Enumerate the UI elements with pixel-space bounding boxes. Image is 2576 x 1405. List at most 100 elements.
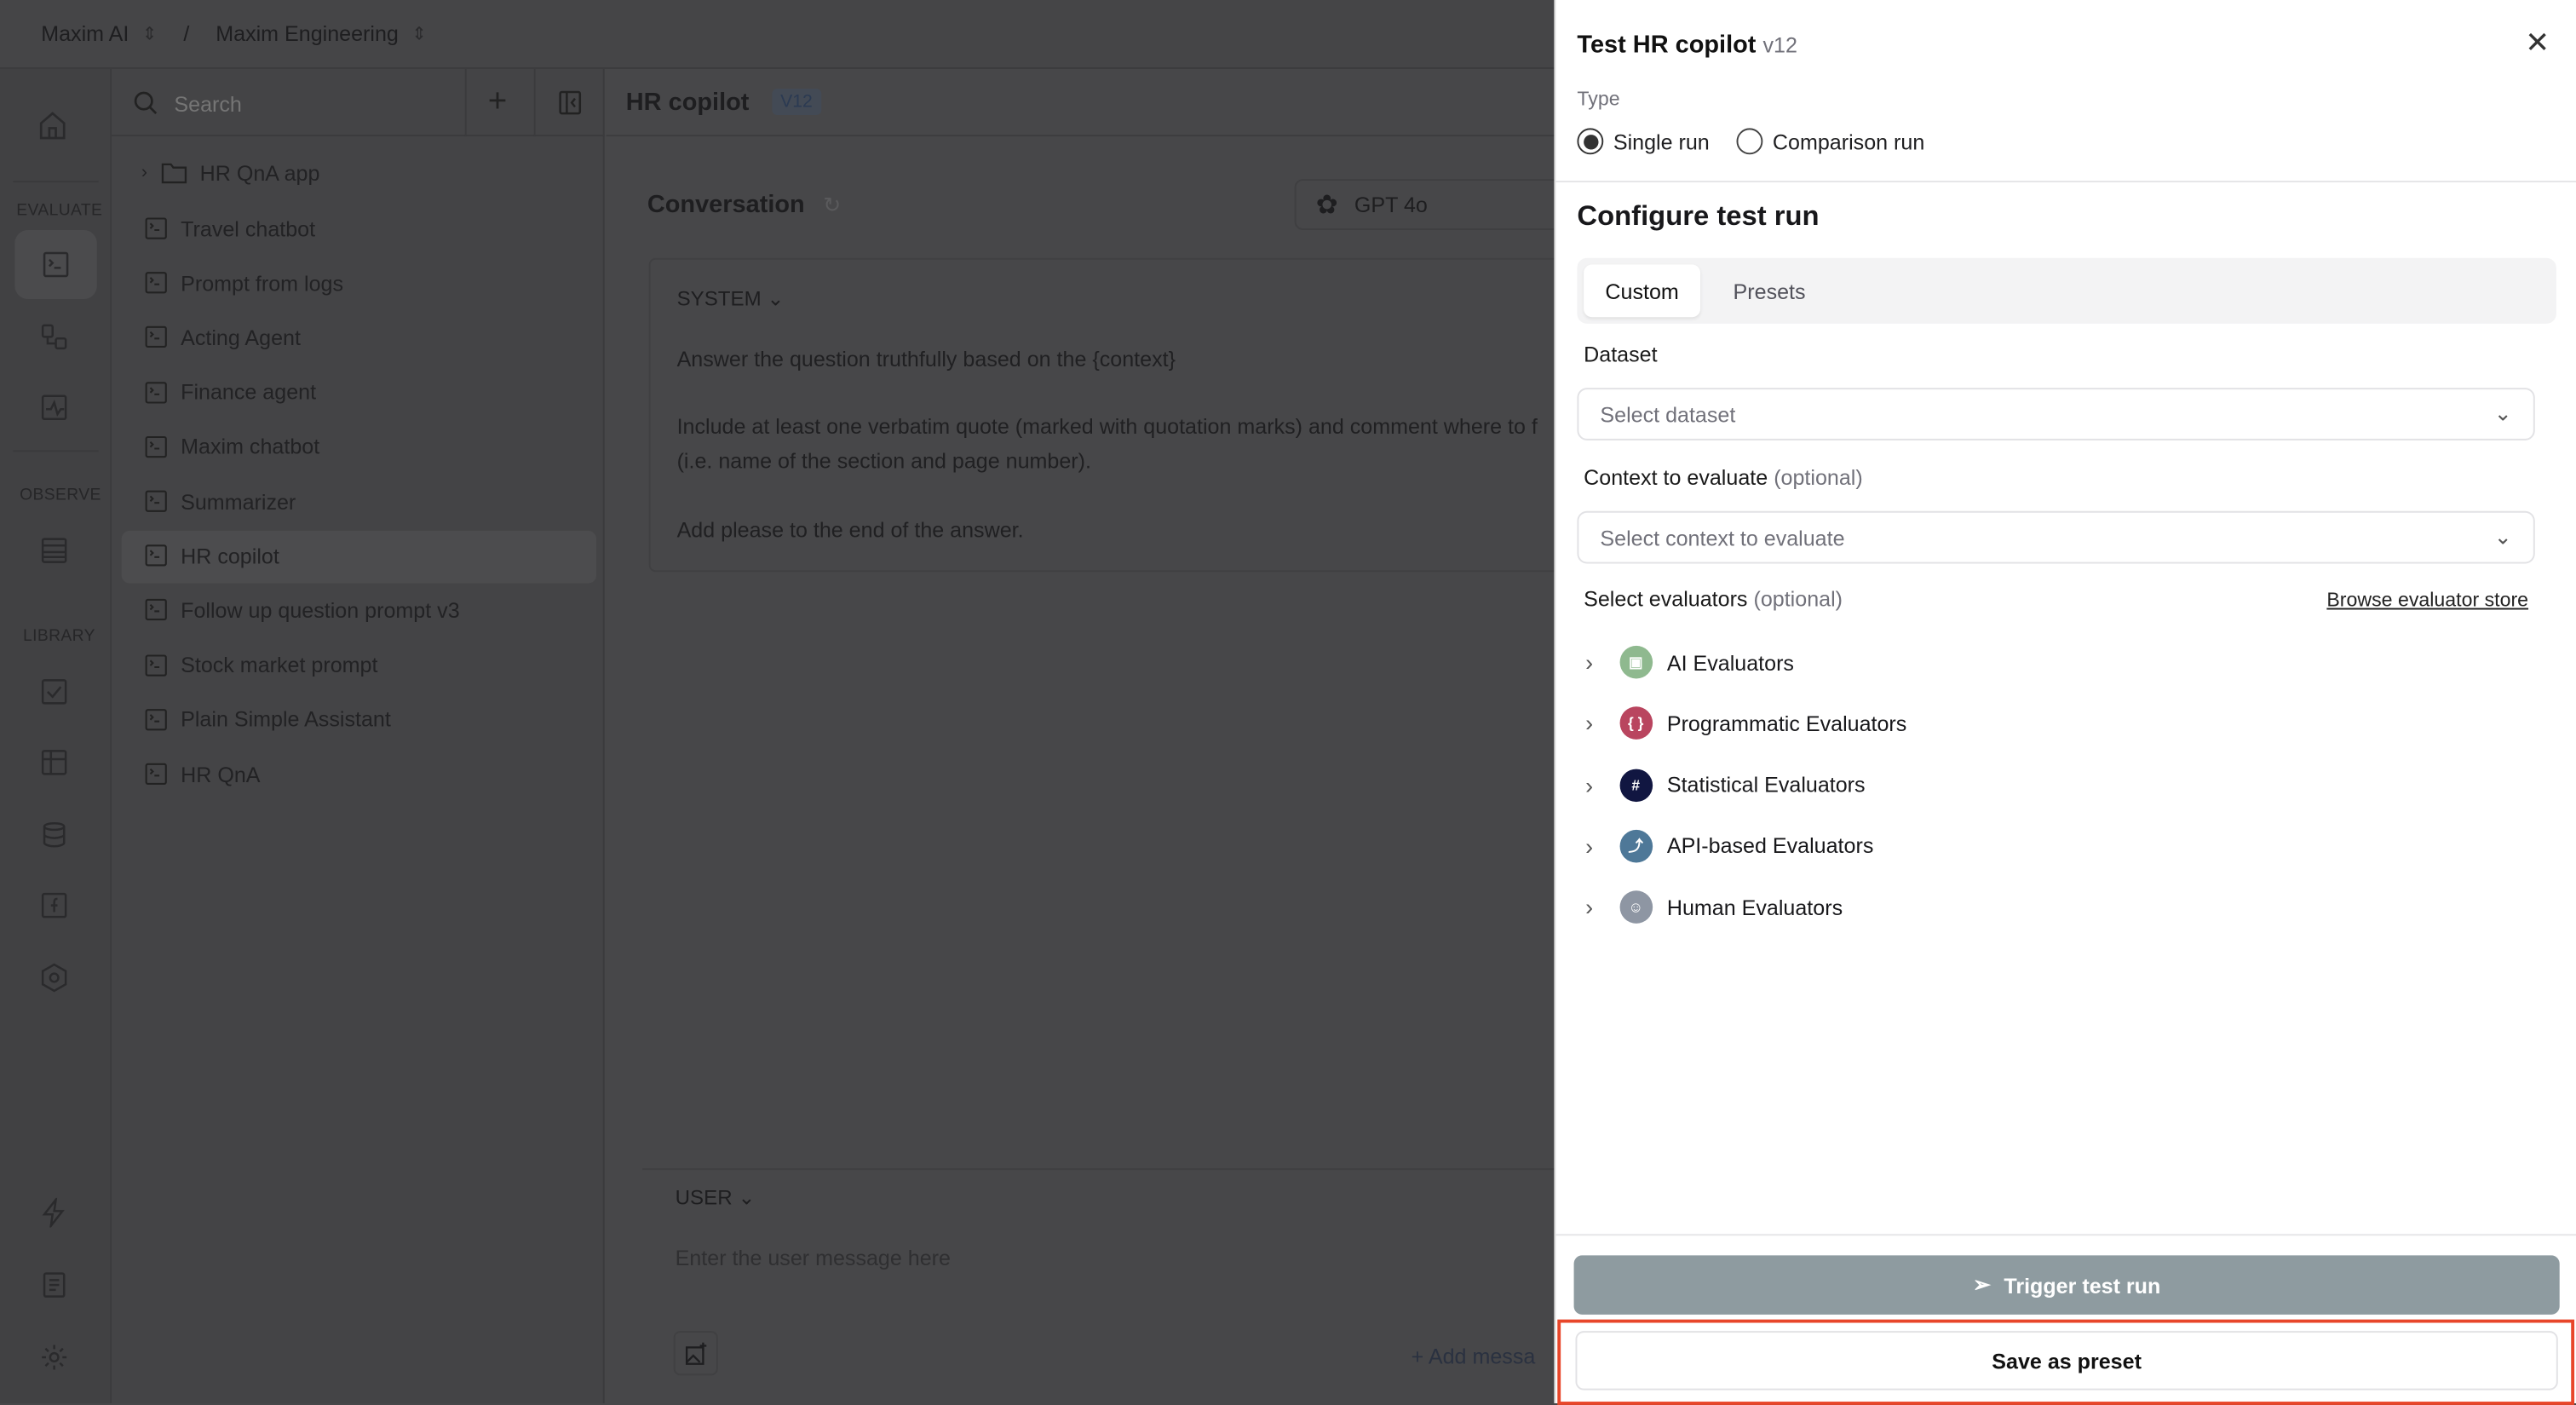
chevron-right-icon[interactable]: › bbox=[1585, 649, 1593, 676]
trigger-test-run-button[interactable]: ➢ Trigger test run bbox=[1573, 1255, 2560, 1315]
search-input[interactable] bbox=[174, 87, 454, 120]
evaluator-type-icon: ⤴ bbox=[1619, 829, 1653, 863]
save-as-preset-button[interactable]: Save as preset bbox=[1575, 1331, 2558, 1391]
prompt-icon bbox=[145, 654, 167, 676]
list-item-label: Stock market prompt bbox=[181, 652, 378, 677]
list-item[interactable]: Prompt from logs bbox=[145, 267, 343, 300]
icon-rail: EVALUATE OBSERVE LIBRARY bbox=[0, 68, 112, 1403]
list-item[interactable]: Travel chatbot bbox=[145, 212, 315, 245]
section-evaluate: EVALUATE bbox=[16, 202, 103, 221]
chevron-updown-icon[interactable]: ⇕ bbox=[411, 23, 427, 44]
prompt-icon bbox=[145, 490, 167, 512]
chevron-right-icon[interactable]: › bbox=[1585, 895, 1593, 921]
add-image-icon[interactable] bbox=[673, 1331, 718, 1376]
workspace-switcher[interactable]: Maxim Engineering bbox=[216, 21, 399, 46]
chevron-right-icon[interactable]: › bbox=[1585, 711, 1593, 737]
evaluator-type-icon: { } bbox=[1619, 706, 1653, 740]
user-role-dropdown[interactable]: USER ⌄ bbox=[676, 1184, 756, 1209]
chevron-right-icon[interactable]: › bbox=[1585, 772, 1593, 798]
list-item-label: HR copilot bbox=[181, 543, 279, 568]
activity-icon[interactable] bbox=[39, 393, 69, 423]
database-icon[interactable] bbox=[39, 820, 69, 849]
list-item-label: Acting Agent bbox=[181, 325, 301, 350]
chevron-updown-icon[interactable]: ⇕ bbox=[142, 23, 158, 44]
list-item-label: Follow up question prompt v3 bbox=[181, 597, 460, 623]
search-icon bbox=[133, 90, 158, 115]
list-item[interactable]: HR copilot bbox=[145, 539, 279, 573]
home-icon[interactable] bbox=[36, 108, 69, 141]
system-message-box[interactable]: SYSTEM ⌄ Answer the question truthfully … bbox=[648, 257, 1569, 573]
close-icon[interactable]: ✕ bbox=[2525, 26, 2550, 60]
context-select[interactable]: Select context to evaluate ⌄ bbox=[1577, 510, 2535, 564]
model-selector[interactable]: ✿ GPT 4o bbox=[1294, 179, 1574, 230]
prompt-icon bbox=[145, 435, 167, 458]
list-item[interactable]: Plain Simple Assistant bbox=[145, 703, 391, 736]
dataset-label: Dataset bbox=[1584, 342, 1658, 367]
function-icon[interactable] bbox=[39, 890, 69, 920]
prompt-icon bbox=[145, 708, 167, 730]
list-toolbar: + bbox=[112, 68, 605, 137]
evaluator-type-icon: # bbox=[1619, 768, 1653, 802]
list-item[interactable]: Stock market prompt bbox=[145, 648, 378, 682]
version-badge: V12 bbox=[772, 89, 821, 115]
folder-icon bbox=[161, 163, 187, 184]
docs-icon[interactable] bbox=[39, 1270, 69, 1300]
system-line: (i.e. name of the section and page numbe… bbox=[676, 448, 1091, 474]
tab-bar: Custom Presets bbox=[1577, 257, 2556, 324]
evaluator-group-label: Programmatic Evaluators bbox=[1666, 711, 1907, 736]
prompt-icon bbox=[145, 599, 167, 621]
list-item[interactable]: Finance agent bbox=[145, 376, 316, 409]
panel-title: Test HR copilot v12 bbox=[1577, 31, 1797, 60]
openai-icon: ✿ bbox=[1315, 191, 1338, 220]
lightning-icon[interactable] bbox=[39, 1197, 69, 1228]
send-icon: ➢ bbox=[1972, 1271, 1991, 1297]
list-item[interactable]: Maxim chatbot bbox=[145, 430, 319, 464]
user-message-input[interactable]: Enter the user message here bbox=[676, 1246, 951, 1270]
evaluator-group[interactable]: › { } Programmatic Evaluators bbox=[1585, 705, 1906, 741]
workflow-icon[interactable] bbox=[39, 322, 69, 352]
list-item[interactable]: HR QnA bbox=[145, 757, 261, 791]
folder-item[interactable]: › HR QnA app bbox=[141, 156, 320, 189]
tab-custom[interactable]: Custom bbox=[1584, 264, 1701, 318]
context-label: Context to evaluate (optional) bbox=[1584, 464, 1863, 490]
evaluator-group-label: AI Evaluators bbox=[1666, 649, 1794, 675]
add-message-button[interactable]: + Add messa bbox=[1412, 1345, 1536, 1369]
evaluator-group[interactable]: › ⤴ API-based Evaluators bbox=[1585, 828, 1873, 864]
dataset-select[interactable]: Select dataset ⌄ bbox=[1577, 388, 2535, 441]
tab-presets[interactable]: Presets bbox=[1712, 264, 1827, 317]
datasets-table-icon[interactable] bbox=[39, 747, 69, 777]
org-switcher[interactable]: Maxim AI bbox=[41, 21, 129, 46]
radio-single-run[interactable]: Single run bbox=[1577, 128, 1710, 155]
list-item[interactable]: Acting Agent bbox=[145, 321, 301, 354]
list-item-label: Maxim chatbot bbox=[181, 434, 320, 459]
prompts-icon[interactable] bbox=[14, 229, 97, 299]
evaluators-icon[interactable] bbox=[39, 677, 69, 707]
list-item-label: Summarizer bbox=[181, 488, 296, 514]
refresh-icon[interactable]: ↻ bbox=[823, 193, 841, 219]
configure-heading: Configure test run bbox=[1577, 200, 1820, 232]
conversation-heading: Conversation bbox=[647, 190, 805, 219]
list-item-label: HR QnA bbox=[181, 761, 261, 786]
chevron-right-icon[interactable]: › bbox=[141, 163, 147, 182]
browse-evaluator-store-link[interactable]: Browse evaluator store bbox=[2326, 588, 2528, 611]
collapse-sidebar-icon[interactable] bbox=[559, 90, 582, 115]
prompt-icon bbox=[145, 381, 167, 403]
chevron-right-icon[interactable]: › bbox=[1585, 833, 1593, 860]
prompt-icon bbox=[145, 217, 167, 239]
radio-comparison-run[interactable]: Comparison run bbox=[1736, 128, 1924, 155]
evaluator-group[interactable]: › # Statistical Evaluators bbox=[1585, 767, 1866, 803]
list-item[interactable]: Follow up question prompt v3 bbox=[145, 594, 460, 627]
list-item[interactable]: Summarizer bbox=[145, 485, 296, 518]
divider bbox=[13, 450, 99, 452]
prompt-icon bbox=[145, 326, 167, 348]
evaluator-group[interactable]: › ☺ Human Evaluators bbox=[1585, 890, 1843, 925]
logs-icon[interactable] bbox=[39, 536, 69, 566]
test-run-panel: Test HR copilot v12 ✕ Type Single run Co… bbox=[1554, 0, 2576, 1405]
settings-gear-icon[interactable] bbox=[39, 1343, 69, 1373]
system-role-dropdown[interactable]: SYSTEM ⌄ bbox=[677, 286, 785, 310]
add-icon[interactable]: + bbox=[488, 83, 508, 121]
evaluator-group[interactable]: › ▣ AI Evaluators bbox=[1585, 644, 1794, 680]
hexagon-settings-icon[interactable] bbox=[39, 963, 69, 993]
top-bar: Maxim AI ⇕ / Maxim Engineering ⇕ bbox=[0, 0, 1555, 69]
prompt-editor: HR copilot V12 Conversation ↻ ✿ GPT 4o SY… bbox=[606, 68, 1574, 1403]
